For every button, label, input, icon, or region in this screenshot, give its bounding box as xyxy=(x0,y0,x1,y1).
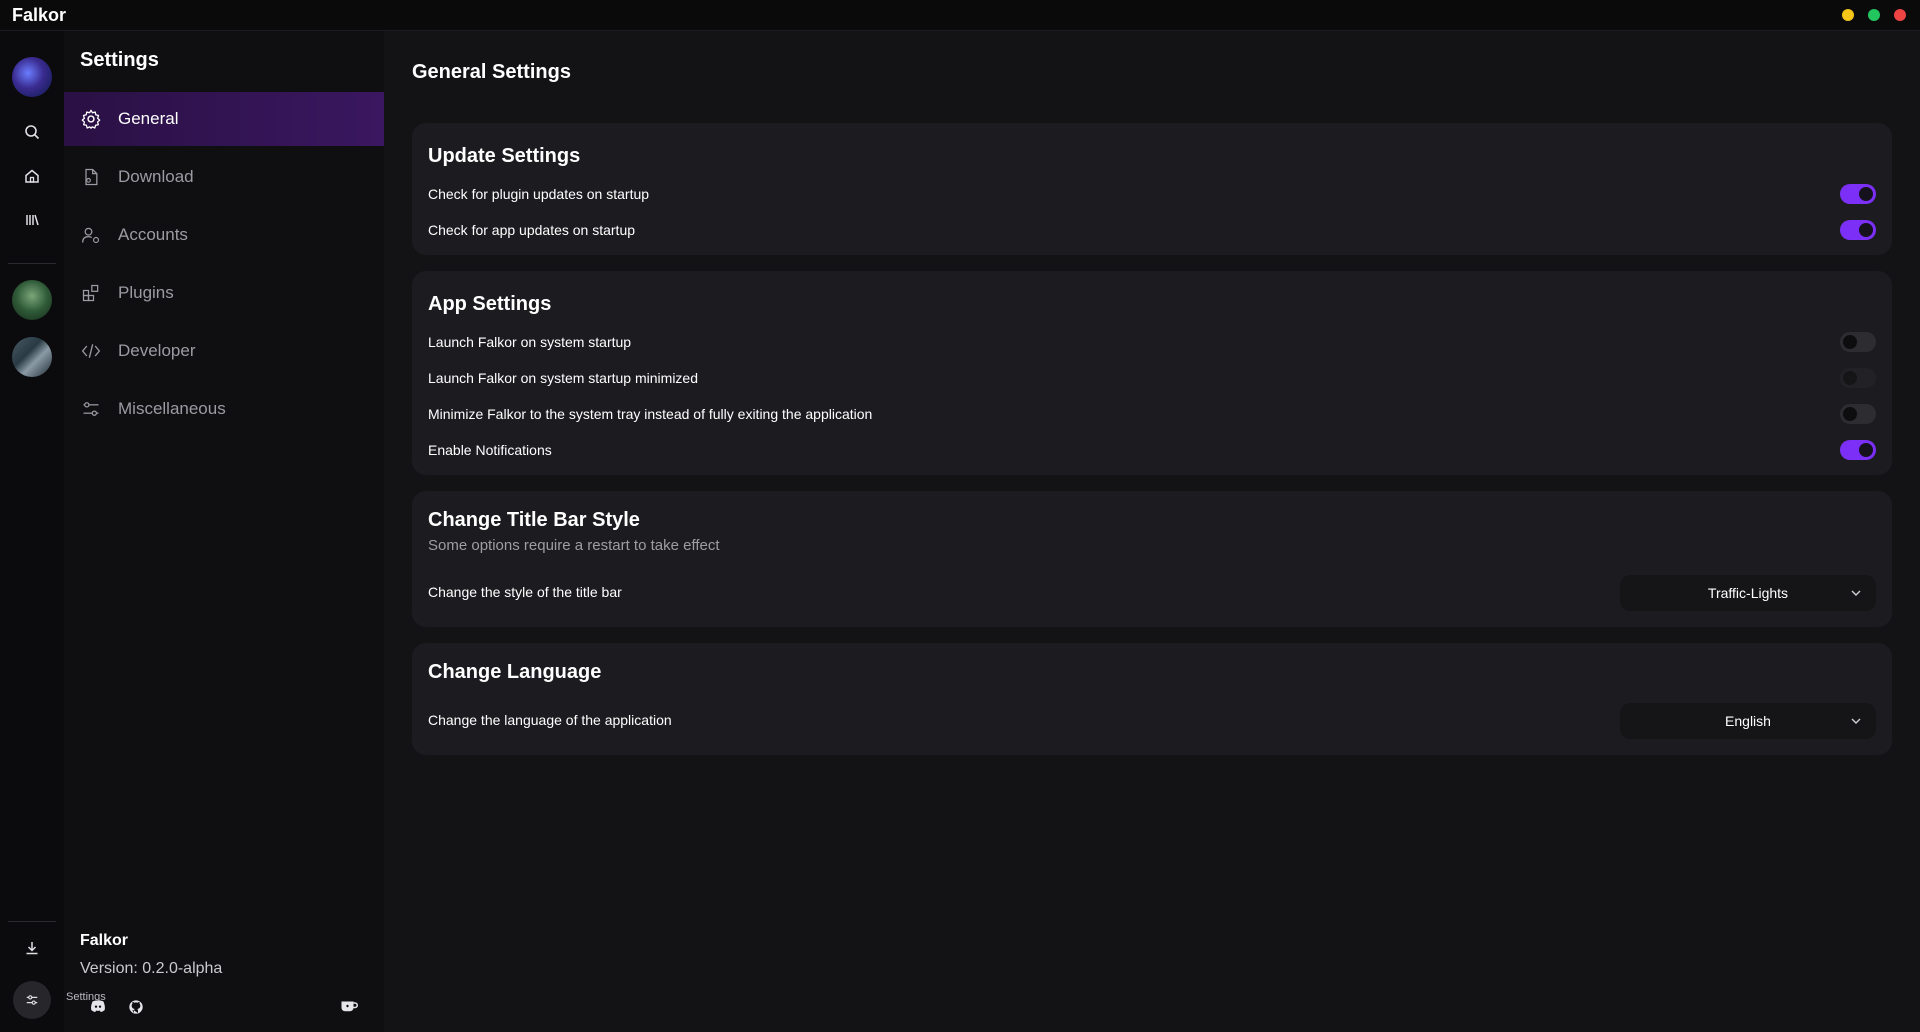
sidebar-item-label: Miscellaneous xyxy=(118,399,226,418)
title-bar-style-select[interactable]: Traffic-Lights xyxy=(1620,575,1876,611)
code-icon xyxy=(78,338,104,364)
card-title: App Settings xyxy=(428,293,552,315)
app-updates-toggle[interactable] xyxy=(1840,220,1876,240)
sidebar-item-miscellaneous[interactable]: Miscellaneous xyxy=(64,382,384,436)
card-title: Change Title Bar Style xyxy=(428,509,640,531)
sidebar-title: Settings xyxy=(80,49,159,71)
app-title: Falkor xyxy=(12,4,67,25)
settings-sliders-icon[interactable] xyxy=(13,981,51,1019)
minimize-to-tray-toggle[interactable] xyxy=(1840,404,1876,424)
search-icon[interactable] xyxy=(17,117,47,147)
title-bar: Falkor xyxy=(0,0,1920,31)
main-content: General Settings Update Settings Check f… xyxy=(384,31,1920,1032)
game-thumbnail[interactable] xyxy=(12,337,52,377)
close-button[interactable] xyxy=(1894,9,1906,21)
select-value: English xyxy=(1725,713,1771,729)
blocks-icon xyxy=(78,280,104,306)
page-title: General Settings xyxy=(412,61,571,83)
sliders-icon xyxy=(78,396,104,422)
setting-label: Change the language of the application xyxy=(428,712,672,728)
kofi-cup-icon[interactable] xyxy=(340,999,359,1018)
setting-label: Check for app updates on startup xyxy=(428,222,636,238)
sidebar-item-accounts[interactable]: Accounts xyxy=(64,208,384,262)
home-icon[interactable] xyxy=(17,161,47,191)
library-icon[interactable] xyxy=(17,205,47,235)
launch-minimized-toggle[interactable] xyxy=(1840,368,1876,388)
sidebar-item-label: Accounts xyxy=(118,225,188,244)
settings-sidebar: Settings General Download Accounts Plugi… xyxy=(64,31,388,1032)
user-gear-icon xyxy=(78,222,104,248)
sidebar-item-label: Developer xyxy=(118,341,196,360)
file-download-icon xyxy=(78,164,104,190)
app-name: Falkor xyxy=(80,932,129,949)
app-settings-card: App Settings Launch Falkor on system sta… xyxy=(412,271,1892,475)
rail-divider xyxy=(8,263,56,264)
chevron-down-icon xyxy=(1850,586,1862,602)
setting-label: Minimize Falkor to the system tray inste… xyxy=(428,406,873,422)
card-title: Update Settings xyxy=(428,145,581,167)
game-thumbnail[interactable] xyxy=(12,280,52,320)
language-select[interactable]: English xyxy=(1620,703,1876,739)
download-icon[interactable] xyxy=(17,933,47,963)
github-icon[interactable] xyxy=(128,999,144,1020)
sidebar-item-label: Download xyxy=(118,167,194,186)
title-bar-style-card: Change Title Bar Style Some options requ… xyxy=(412,491,1892,627)
select-value: Traffic-Lights xyxy=(1707,585,1789,601)
launch-on-startup-toggle[interactable] xyxy=(1840,332,1876,352)
maximize-button[interactable] xyxy=(1868,9,1880,21)
chevron-down-icon xyxy=(1850,714,1862,730)
sidebar-item-developer[interactable]: Developer xyxy=(64,324,384,378)
language-card: Change Language Change the language of t… xyxy=(412,643,1892,755)
setting-label: Check for plugin updates on startup xyxy=(428,186,650,202)
sidebar-item-label: General xyxy=(118,109,179,128)
card-subtitle: Some options require a restart to take e… xyxy=(428,537,720,554)
discord-icon[interactable] xyxy=(90,999,106,1018)
setting-label: Launch Falkor on system startup xyxy=(428,334,632,350)
update-settings-card: Update Settings Check for plugin updates… xyxy=(412,123,1892,255)
window-controls xyxy=(1842,9,1906,21)
sidebar-item-label: Plugins xyxy=(118,283,174,302)
icon-rail xyxy=(0,31,64,1032)
sidebar-item-plugins[interactable]: Plugins xyxy=(64,266,384,320)
app-version: Version: 0.2.0-alpha xyxy=(80,960,223,977)
setting-label: Launch Falkor on system startup minimize… xyxy=(428,370,698,386)
sidebar-item-general[interactable]: General xyxy=(64,92,388,146)
sidebar-item-download[interactable]: Download xyxy=(64,150,384,204)
plugin-updates-toggle[interactable] xyxy=(1840,184,1876,204)
enable-notifications-toggle[interactable] xyxy=(1840,440,1876,460)
minimize-button[interactable] xyxy=(1842,9,1854,21)
setting-label: Enable Notifications xyxy=(428,442,552,458)
setting-label: Change the style of the title bar xyxy=(428,584,622,600)
gear-icon xyxy=(78,106,104,132)
profile-avatar[interactable] xyxy=(12,57,52,97)
card-title: Change Language xyxy=(428,661,602,683)
rail-divider xyxy=(8,921,56,922)
